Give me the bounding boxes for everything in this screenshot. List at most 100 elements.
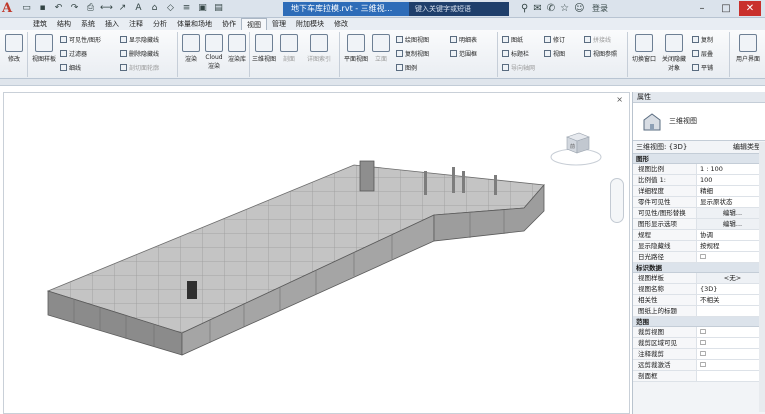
tab-analyze[interactable]: 分析 (148, 18, 172, 30)
property-row[interactable]: 相关性 不相关 (633, 295, 765, 306)
measure-icon[interactable]: ⟷ (100, 2, 113, 15)
building-model[interactable] (4, 93, 631, 414)
close-button[interactable]: ✕ (739, 1, 761, 16)
switch-windows-icon[interactable]: ▤ (212, 2, 225, 15)
close-hidden-button[interactable]: 关闭隐藏对象 (660, 34, 688, 72)
favorites-icon[interactable]: ☆ (560, 2, 569, 16)
instance-selector[interactable]: 三维视图: {3D} 编辑类型 (633, 141, 765, 154)
presentation-group: 渲染 Cloud 渲染 渲染库 (178, 32, 250, 77)
tab-insert[interactable]: 插入 (100, 18, 124, 30)
tab-addins[interactable]: 附加模块 (291, 18, 329, 30)
view-reference-button[interactable]: 视图参照 (584, 49, 617, 58)
user-interface-button[interactable]: 用户界面 (734, 34, 762, 63)
tab-systems[interactable]: 系统 (76, 18, 100, 30)
title-block-button[interactable]: 标题栏 (502, 49, 529, 58)
callout-button[interactable]: 详图索引 (304, 34, 334, 63)
properties-scrollbar[interactable] (759, 142, 765, 412)
property-row[interactable]: 零件可见性 显示原状态 (633, 197, 765, 208)
user-icon[interactable]: ☺ (574, 2, 584, 16)
property-row[interactable]: 显示隐藏线 按规程 (633, 241, 765, 252)
property-row[interactable]: 裁剪区域可见 ☐ (633, 338, 765, 349)
maximize-button[interactable]: □ (715, 1, 737, 16)
view-cube[interactable]: 前 (549, 127, 603, 167)
switch-windows-button[interactable]: 切换窗口 (632, 34, 656, 63)
property-row[interactable]: 日光路径 ☐ (633, 252, 765, 263)
section-extents[interactable]: 范围 (633, 317, 765, 327)
property-row[interactable]: 比例值 1: 100 (633, 175, 765, 186)
tab-architecture[interactable]: 建筑 (28, 18, 52, 30)
remove-hidden-lines-button[interactable]: 删除隐藏线 (120, 49, 159, 58)
3d-view-button[interactable]: 三维视图 (252, 34, 276, 63)
search-input[interactable]: 键入关键字或短语 (409, 2, 509, 16)
tab-structure[interactable]: 结构 (52, 18, 76, 30)
redo-icon[interactable]: ↷ (68, 2, 81, 15)
filters-button[interactable]: 过滤器 (60, 49, 87, 58)
cascade-button[interactable]: 层叠 (692, 49, 713, 58)
tag-icon[interactable]: A (132, 2, 145, 15)
property-row[interactable]: 视图名称 {3D} (633, 284, 765, 295)
property-row[interactable]: 可见性/图形替换 编辑... (633, 208, 765, 219)
3d-viewport[interactable]: × 前 (3, 92, 630, 414)
view-button[interactable]: 视图 (544, 49, 565, 58)
scope-box-button[interactable]: 范围框 (450, 49, 477, 58)
visibility-graphics-button[interactable]: 可见性/图形 (60, 35, 101, 44)
property-row[interactable]: 远剪裁激活 ☐ (633, 360, 765, 371)
thin-lines-icon[interactable]: ≡ (180, 2, 193, 15)
sheet-button[interactable]: 图纸 (502, 35, 523, 44)
tab-modify[interactable]: 修改 (329, 18, 353, 30)
tile-button[interactable]: 平铺 (692, 63, 713, 72)
navigation-bar[interactable] (610, 178, 624, 223)
binoculars-icon[interactable]: ⚲ (521, 2, 528, 16)
duplicate-view-button[interactable]: 复制视图 (396, 49, 429, 58)
schedules-button[interactable]: 明细表 (450, 35, 477, 44)
render-button[interactable]: 渲染 (180, 34, 202, 63)
plan-views-button[interactable]: 平面视图 (344, 34, 368, 63)
open-icon[interactable]: ▭ (20, 2, 33, 15)
legends-button[interactable]: 图例 (396, 63, 417, 72)
thin-lines-button[interactable]: 细线 (60, 63, 81, 72)
tab-manage[interactable]: 管理 (267, 18, 291, 30)
elevation-button[interactable]: 立面 (370, 34, 392, 63)
cut-profile-button[interactable]: 剖切面轮廓 (120, 63, 159, 72)
sign-in-label[interactable]: 登录 (592, 2, 608, 16)
section-identity-data[interactable]: 标识数据 (633, 263, 765, 273)
property-row[interactable]: 剖面框 (633, 371, 765, 382)
property-row[interactable]: 规程 协调 (633, 230, 765, 241)
edit-type-button[interactable]: 编辑类型 (733, 141, 761, 154)
tab-view[interactable]: 视图 (241, 18, 267, 30)
modify-button[interactable]: 修改 (3, 34, 25, 63)
property-row[interactable]: 视图样板 <无> (633, 273, 765, 284)
tab-collaborate[interactable]: 协作 (217, 18, 241, 30)
show-hidden-lines-button[interactable]: 显示隐藏线 (120, 35, 159, 44)
property-row[interactable]: 图纸上的标题 (633, 306, 765, 317)
property-row[interactable]: 详细程度 精细 (633, 186, 765, 197)
render-gallery-button[interactable]: 渲染库 (226, 34, 248, 63)
view-templates-button[interactable]: 视图样板 (32, 34, 56, 63)
minimize-button[interactable]: – (691, 1, 713, 16)
communication-icon[interactable]: ✆ (547, 2, 555, 16)
section-button[interactable]: 剖面 (278, 34, 300, 63)
property-row[interactable]: 裁剪视图 ☐ (633, 327, 765, 338)
property-row[interactable]: 图形显示选项 编辑... (633, 219, 765, 230)
section-icon[interactable]: ◇ (164, 2, 177, 15)
close-hidden-icon[interactable]: ▣ (196, 2, 209, 15)
tab-annotate[interactable]: 注释 (124, 18, 148, 30)
app-logo[interactable]: A (2, 1, 18, 17)
print-icon[interactable]: ⎙ (84, 2, 97, 15)
matchline-button[interactable]: 拼接线 (584, 35, 611, 44)
subscription-icon[interactable]: ✉ (533, 2, 541, 16)
tab-massing-site[interactable]: 体量和场地 (172, 18, 217, 30)
property-row[interactable]: 视图比例 1 : 100 (633, 164, 765, 175)
dimension-icon[interactable]: ↗ (116, 2, 129, 15)
type-selector[interactable]: 三维视图 (633, 103, 765, 141)
3d-view-icon[interactable]: ⌂ (148, 2, 161, 15)
revisions-button[interactable]: 修订 (544, 35, 565, 44)
undo-icon[interactable]: ↶ (52, 2, 65, 15)
replicate-button[interactable]: 复制 (692, 35, 713, 44)
section-graphics[interactable]: 图形 (633, 154, 765, 164)
drafting-view-button[interactable]: 绘图视图 (396, 35, 429, 44)
cloud-render-button[interactable]: Cloud 渲染 (202, 34, 226, 70)
save-icon[interactable]: ▪ (36, 2, 49, 15)
guide-grid-button[interactable]: 导向轴网 (502, 63, 535, 72)
property-row[interactable]: 注释裁剪 ☐ (633, 349, 765, 360)
